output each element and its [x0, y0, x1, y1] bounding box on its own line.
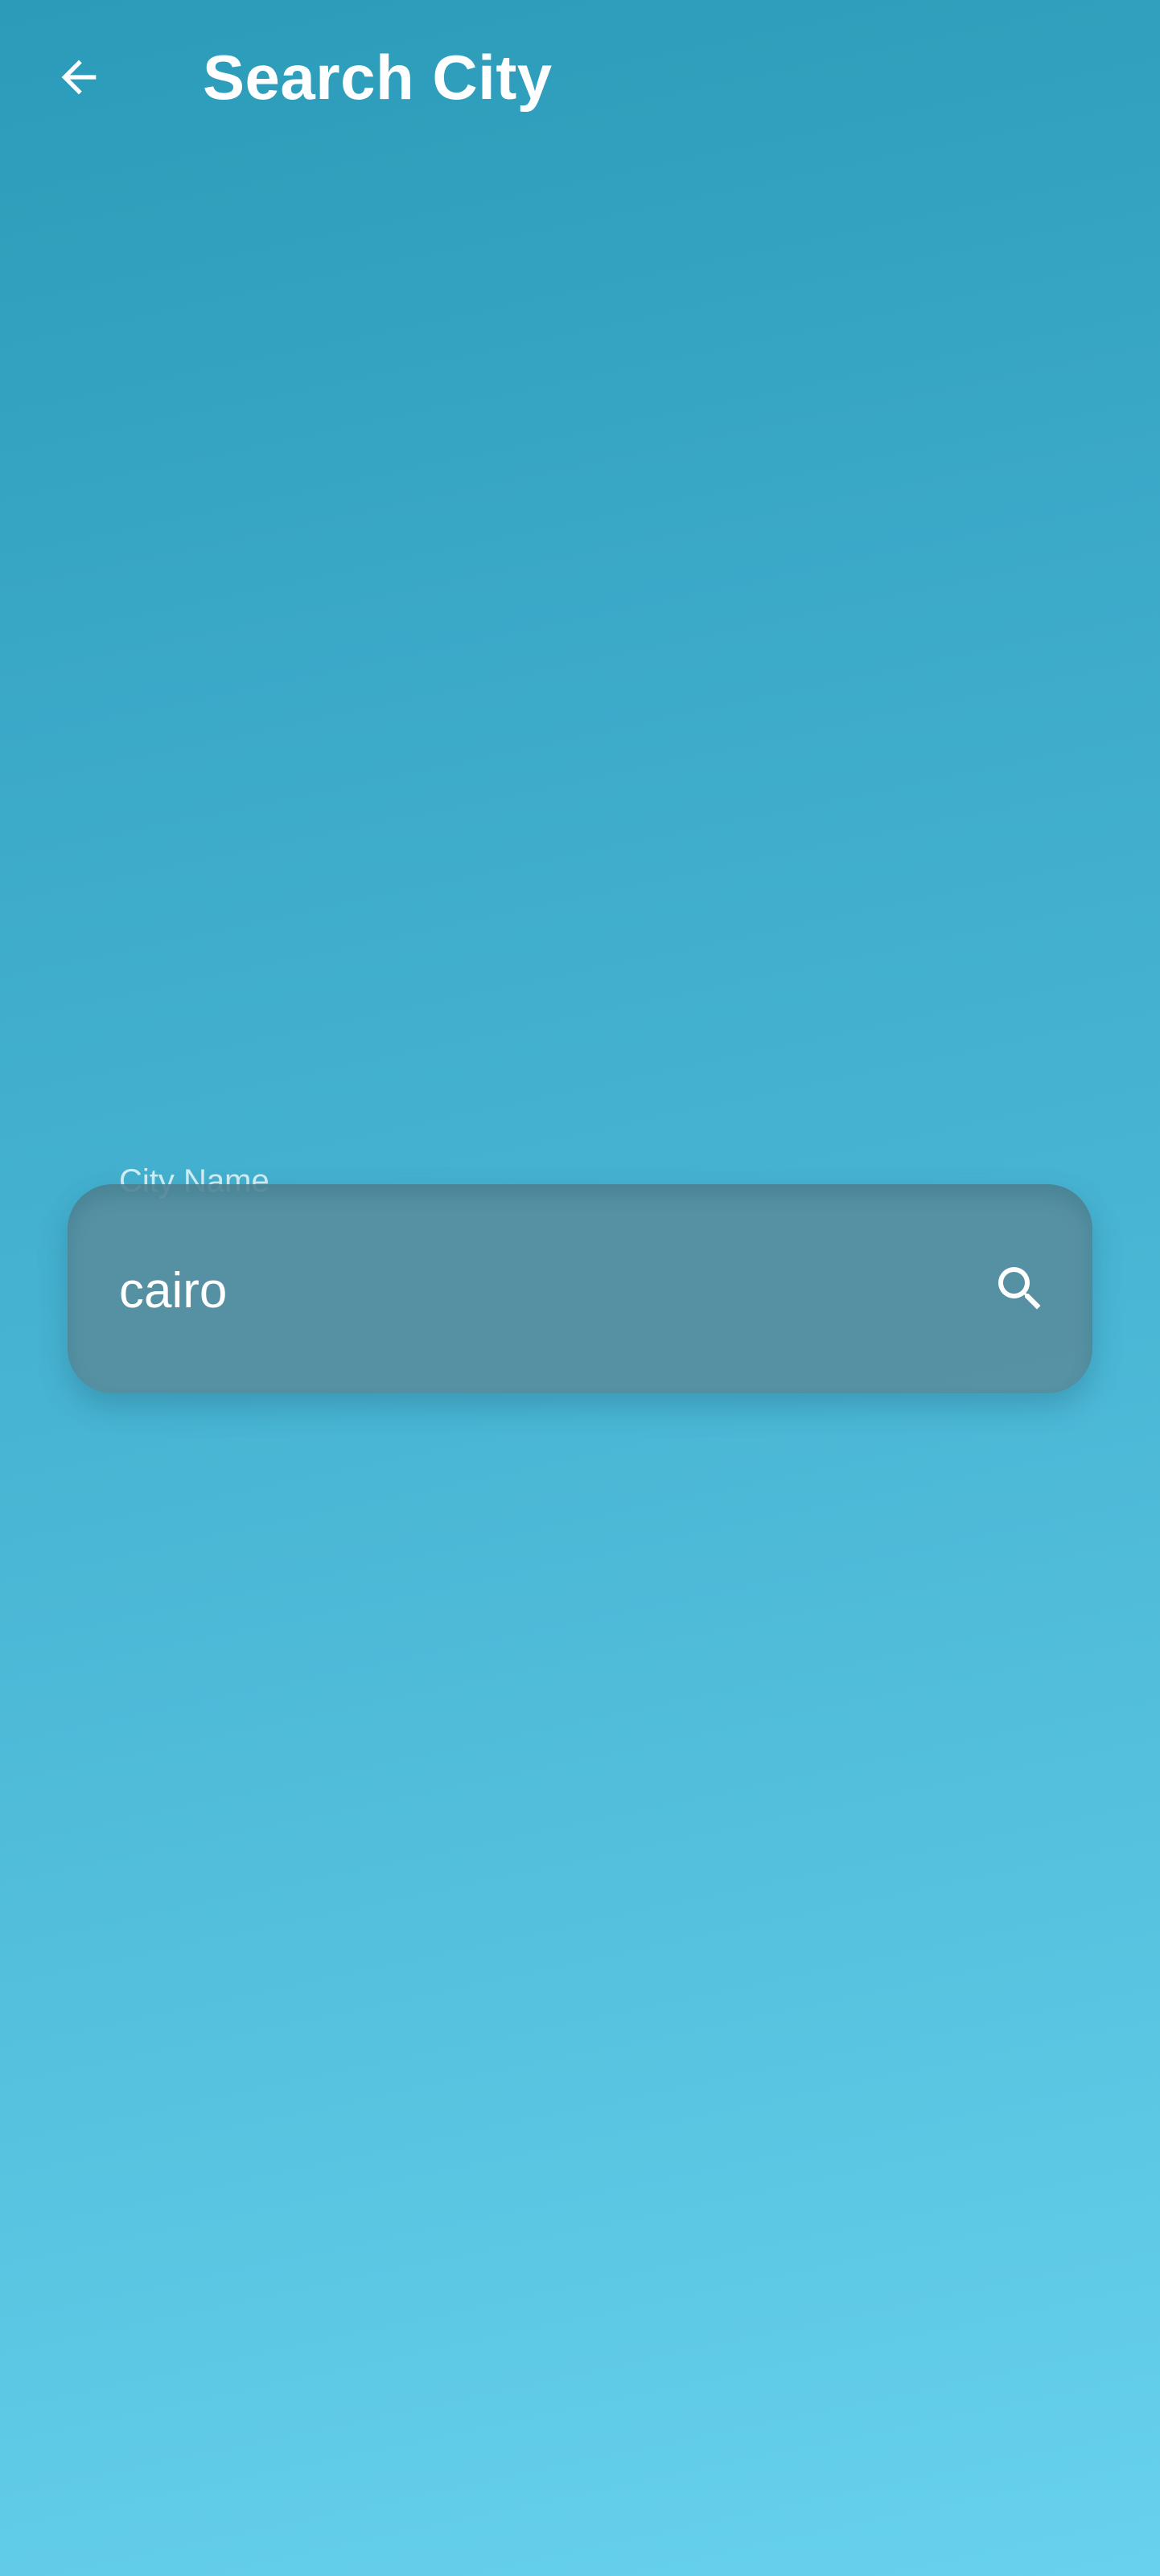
search-button[interactable] — [975, 1245, 1065, 1335]
search-icon — [991, 1260, 1049, 1322]
city-name-input[interactable] — [119, 1249, 923, 1332]
arrow-back-icon — [53, 51, 105, 107]
city-search-field — [68, 1184, 1092, 1393]
page-title: Search City — [203, 42, 553, 113]
app-bar: Search City — [0, 0, 1160, 158]
back-button[interactable] — [40, 40, 117, 117]
